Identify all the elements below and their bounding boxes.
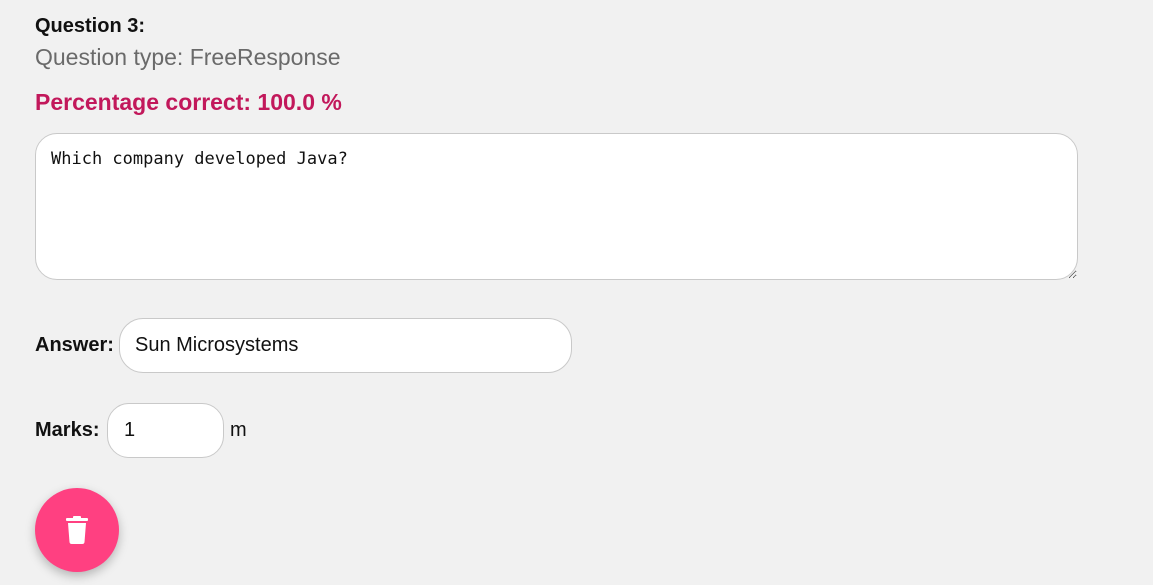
trash-icon (66, 516, 88, 544)
question-card: Question 3: Question type: FreeResponse … (0, 0, 1153, 585)
percentage-correct: Percentage correct: 100.0 % (35, 89, 342, 115)
marks-input[interactable] (107, 403, 224, 458)
question-title: Question 3: (35, 15, 146, 37)
question-text-area[interactable] (35, 133, 1078, 280)
answer-label: Answer: (35, 334, 114, 356)
delete-question-button[interactable] (35, 488, 119, 572)
question-type: Question type: FreeResponse (35, 44, 341, 70)
marks-label: Marks: (35, 419, 100, 441)
marks-unit: m (230, 419, 247, 441)
answer-input[interactable] (119, 318, 572, 373)
